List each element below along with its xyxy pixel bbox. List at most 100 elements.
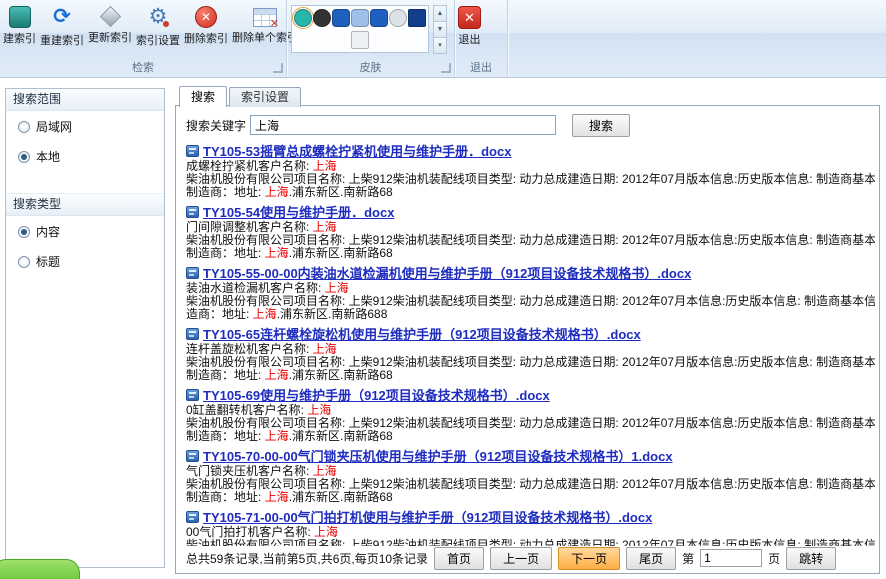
ribbon-button-label: 更新索引 [88, 29, 132, 45]
result-link[interactable]: TY105-69使用与维护手册（912项目设备技术规格书）.docx [203, 388, 550, 403]
search-input[interactable] [250, 115, 556, 135]
tab-index-settings[interactable]: 索引设置 [229, 87, 301, 107]
result-title-row: TY105-65连杆螺栓旋松机使用与维护手册（912项目设备技术规格书）.doc… [186, 326, 875, 343]
exit-icon [458, 6, 481, 29]
type-option-label: 标题 [36, 253, 60, 270]
dialog-launcher-icon[interactable] [273, 63, 283, 73]
result-title-row: TY105-55-00-00内装油水道检漏机使用与维护手册（912项目设备技术规… [186, 265, 875, 282]
scope-option-label: 本地 [36, 148, 60, 165]
page-number-input[interactable] [700, 549, 762, 567]
desc-text: 柴油机股份有限公司项目名称: 上柴912柴油机装配线项目类型: 动力总成建造日期… [186, 172, 875, 186]
skin-option[interactable] [351, 9, 369, 27]
desc-text: 气门锁夹压机客户名称: [186, 464, 313, 478]
exit-button[interactable]: 退出 [456, 3, 483, 48]
first-page-button[interactable]: 首页 [434, 547, 484, 570]
result-item: TY105-53摇臂总成螺栓拧紧机使用与维护手册．docx成螺栓拧紧机客户名称:… [186, 143, 875, 199]
keyword-highlight: 上海 [265, 429, 289, 443]
desc-text: 柴油机股份有限公司项目名称: 上柴912柴油机装配线项目类型: 动力总成建造日期… [186, 538, 875, 546]
ribbon-button-label: 删除索引 [184, 30, 228, 46]
ribbon-button-db[interactable]: 建索引 [1, 3, 38, 47]
result-title-row: TY105-71-00-00气门拍打机使用与维护手册（912项目设备技术规格书）… [186, 509, 875, 526]
keyword-highlight: 上海 [313, 159, 337, 173]
gallery-up-icon[interactable]: ▲ [433, 5, 447, 22]
desc-text: 柴油机股份有限公司项目名称: 上柴912柴油机装配线项目类型: 动力总成建造日期… [186, 355, 875, 369]
keyword-highlight: 上海 [313, 220, 337, 234]
result-link[interactable]: TY105-54使用与维护手册．docx [203, 205, 394, 220]
desc-text: 柴油机股份有限公司项目名称: 上柴912柴油机装配线项目类型: 动力总成建造日期… [186, 477, 875, 491]
result-desc-line: 制造商：地址: 上海.浦东新区.南新路68 [186, 247, 875, 260]
ribbon-group-exit-label: 退出 [455, 59, 507, 75]
ribbon-button-update[interactable]: 更新索引 [86, 3, 134, 46]
last-page-button[interactable]: 尾页 [626, 547, 676, 570]
record-summary: 总共59条记录,当前第5页,共6页,每页10条记录 [186, 550, 428, 567]
doc-icon [186, 389, 199, 401]
desc-text: 门间隙调整机客户名称: [186, 220, 313, 234]
status-blob [0, 559, 80, 579]
next-page-button[interactable]: 下一页 [558, 547, 620, 570]
result-link[interactable]: TY105-70-00-00气门锁夹压机使用与维护手册（912项目设备技术规格书… [203, 449, 673, 464]
jump-button[interactable]: 跳转 [786, 547, 836, 570]
type-option[interactable]: 标题 [6, 246, 164, 276]
ribbon-button-rebuild[interactable]: 重建索引 [38, 3, 86, 49]
skin-gallery [291, 5, 429, 53]
ribbon-group-search: 建索引重建索引更新索引索引设置删除索引删除单个索引 检索 [0, 0, 287, 76]
result-title-row: TY105-54使用与维护手册．docx [186, 204, 875, 221]
skin-option[interactable] [408, 9, 426, 27]
ribbon-button-label: 索引设置 [136, 32, 180, 48]
search-button[interactable]: 搜索 [572, 114, 630, 137]
desc-text: 造商：地址: [186, 307, 253, 321]
doc-icon [186, 328, 199, 340]
gallery-down-icon[interactable]: ▼ [433, 22, 447, 38]
ribbon-button-delete[interactable]: 删除索引 [182, 3, 230, 47]
result-link[interactable]: TY105-55-00-00内装油水道检漏机使用与维护手册（912项目设备技术规… [203, 266, 691, 281]
skin-option[interactable] [351, 31, 369, 49]
skin-option[interactable] [332, 9, 350, 27]
ribbon-button-settings[interactable]: 索引设置 [134, 3, 182, 49]
dialog-launcher-icon[interactable] [441, 63, 451, 73]
keyword-highlight: 上海 [307, 403, 331, 417]
result-desc-line: 制造商：地址: 上海.浦东新区.南新路68 [186, 491, 875, 504]
desc-text: 柴油机股份有限公司项目名称: 上柴912柴油机装配线项目类型: 动力总成建造日期… [186, 416, 875, 430]
desc-text: 成螺栓拧紧机客户名称: [186, 159, 313, 173]
tab-search[interactable]: 搜索 [179, 86, 227, 107]
desc-text: 制造商：地址: [186, 185, 265, 199]
keyword-highlight: 上海 [313, 342, 337, 356]
gallery-more-icon[interactable]: ▾ [433, 38, 447, 54]
keyword-highlight: 上海 [314, 525, 338, 539]
keyword-label: 搜索关键字 [186, 117, 246, 134]
ribbon: 建索引重建索引更新索引索引设置删除索引删除单个索引 检索 ▲ ▼ ▾ 皮肤 退出… [0, 0, 886, 78]
result-desc-line: 制造商：地址: 上海.浦东新区.南新路68 [186, 186, 875, 199]
result-item: TY105-69使用与维护手册（912项目设备技术规格书）.docx0缸盖翻转机… [186, 387, 875, 443]
prev-page-button[interactable]: 上一页 [490, 547, 552, 570]
search-type-options: 内容标题 [6, 216, 164, 276]
doc-icon [186, 267, 199, 279]
settings-icon [145, 4, 171, 30]
doc-icon [186, 206, 199, 218]
radio-icon [18, 121, 30, 133]
result-link[interactable]: TY105-65连杆螺栓旋松机使用与维护手册（912项目设备技术规格书）.doc… [203, 327, 641, 342]
doc-icon [186, 511, 199, 523]
type-option[interactable]: 内容 [6, 216, 164, 246]
desc-text: 装油水道检漏机客户名称: [186, 281, 325, 295]
search-row: 搜索关键字 搜索 [186, 114, 869, 136]
result-link[interactable]: TY105-53摇臂总成螺栓拧紧机使用与维护手册．docx [203, 144, 511, 159]
skin-option[interactable] [370, 9, 388, 27]
result-desc-line: 制造商：地址: 上海.浦东新区.南新路68 [186, 430, 875, 443]
result-link[interactable]: TY105-71-00-00气门拍打机使用与维护手册（912项目设备技术规格书）… [203, 510, 652, 525]
skin-option[interactable] [313, 9, 331, 27]
desc-text: .浦东新区.南新路68 [289, 246, 393, 260]
keyword-highlight: 上海 [253, 307, 277, 321]
result-title-row: TY105-69使用与维护手册（912项目设备技术规格书）.docx [186, 387, 875, 404]
desc-text: 制造商：地址: [186, 368, 265, 382]
ribbon-group-search-label: 检索 [0, 59, 286, 75]
skin-option[interactable] [294, 9, 312, 27]
search-scope-options: 局域网本地 [6, 111, 164, 171]
search-tab-content: 搜索关键字 搜索 TY105-53摇臂总成螺栓拧紧机使用与维护手册．docx成螺… [175, 105, 880, 574]
desc-text: 0缸盖翻转机客户名称: [186, 403, 307, 417]
skin-option[interactable] [389, 9, 407, 27]
scope-option[interactable]: 本地 [6, 141, 164, 171]
desc-text: .浦东新区.南新路68 [289, 368, 393, 382]
result-desc-line: 造商：地址: 上海.浦东新区.南新路688 [186, 308, 875, 321]
scope-option[interactable]: 局域网 [6, 111, 164, 141]
result-item: TY105-65连杆螺栓旋松机使用与维护手册（912项目设备技术规格书）.doc… [186, 326, 875, 382]
